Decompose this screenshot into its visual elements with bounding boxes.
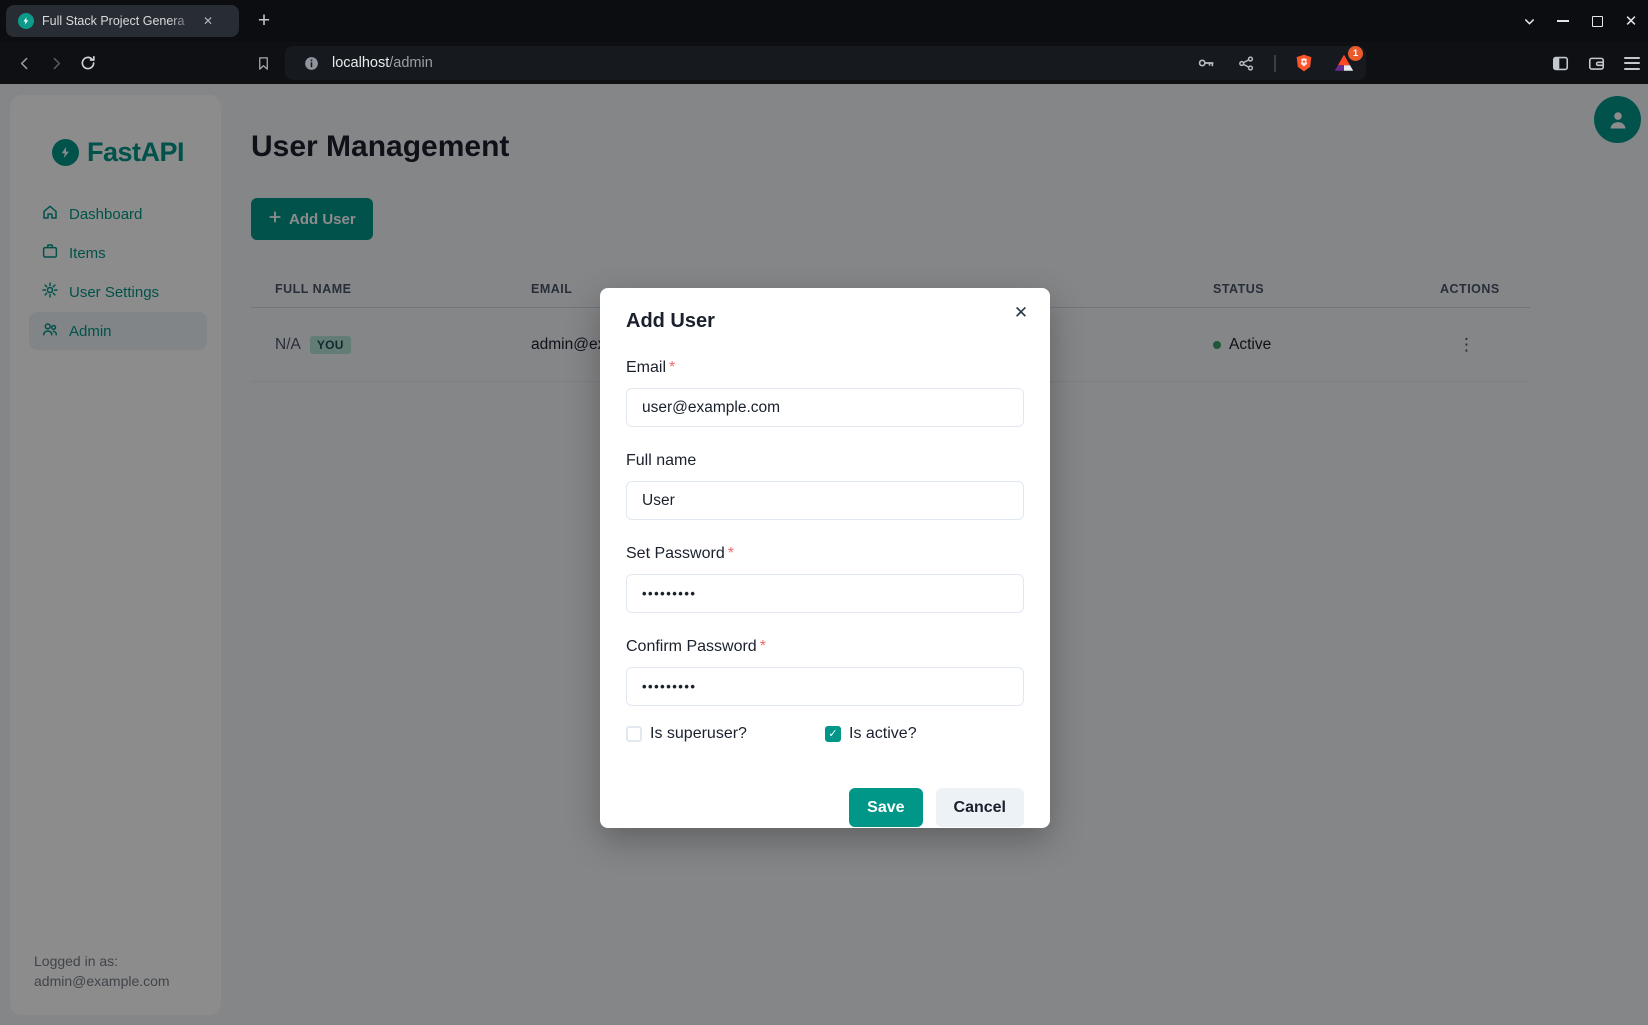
set-password-field[interactable] xyxy=(626,574,1024,613)
confirm-password-label: Confirm Password* xyxy=(626,637,1024,656)
is-active-label[interactable]: Is active? xyxy=(849,725,917,743)
reload-button[interactable] xyxy=(76,51,100,75)
is-active-checkbox[interactable]: ✓ Is active? xyxy=(825,725,1024,743)
required-asterisk: * xyxy=(760,638,766,655)
toolbar-divider xyxy=(1274,55,1276,72)
wallet-icon[interactable] xyxy=(1584,51,1608,75)
sidebar-toggle-icon[interactable] xyxy=(1548,51,1572,75)
save-button[interactable]: Save xyxy=(849,788,922,827)
back-button[interactable] xyxy=(12,51,36,75)
brave-rewards-icon[interactable]: 1 xyxy=(1332,51,1356,75)
browser-tab[interactable]: Full Stack Project Genera ✕ xyxy=(6,5,239,37)
required-asterisk: * xyxy=(728,545,734,562)
confirm-password-field[interactable] xyxy=(626,667,1024,706)
new-tab-button[interactable]: + xyxy=(251,8,277,34)
fastapi-favicon-icon xyxy=(18,13,34,29)
brave-shield-icon[interactable] xyxy=(1292,51,1316,75)
email-label: Email* xyxy=(626,358,1024,377)
browser-toolbar: localhost/admin 1 xyxy=(0,42,1648,84)
modal-title: Add User xyxy=(626,308,1024,334)
url-host: localhost xyxy=(332,55,389,71)
is-superuser-checkbox[interactable]: ✓ Is superuser? xyxy=(626,725,825,743)
url-text: localhost/admin xyxy=(332,55,1194,71)
required-asterisk: * xyxy=(669,359,675,376)
tab-bar: Full Stack Project Genera ✕ + ✕ xyxy=(0,0,1648,42)
add-user-modal: Add User ✕ Email* Full name Set Password… xyxy=(600,288,1050,828)
email-field[interactable] xyxy=(626,388,1024,427)
window-close-button[interactable]: ✕ xyxy=(1616,6,1646,36)
tab-title: Full Stack Project Genera xyxy=(42,14,197,28)
minimize-button[interactable] xyxy=(1548,6,1578,36)
page-viewport: FastAPI Dashboard Items xyxy=(0,84,1648,1025)
full-name-label: Full name xyxy=(626,451,1024,470)
share-icon[interactable] xyxy=(1234,51,1258,75)
url-bar[interactable]: localhost/admin 1 xyxy=(285,46,1366,80)
menu-icon[interactable] xyxy=(1620,51,1644,75)
maximize-button[interactable] xyxy=(1582,6,1612,36)
tab-search-chevron-icon[interactable] xyxy=(1514,6,1544,36)
is-superuser-label[interactable]: Is superuser? xyxy=(650,725,747,743)
key-icon[interactable] xyxy=(1194,51,1218,75)
forward-button[interactable] xyxy=(44,51,68,75)
modal-actions: Save Cancel xyxy=(626,788,1024,827)
set-password-label: Set Password* xyxy=(626,544,1024,563)
checkbox-checked-icon[interactable]: ✓ xyxy=(825,726,841,742)
cancel-button[interactable]: Cancel xyxy=(936,788,1024,827)
full-name-field[interactable] xyxy=(626,481,1024,520)
bookmark-icon[interactable] xyxy=(251,51,275,75)
checkbox-unchecked-icon[interactable]: ✓ xyxy=(626,726,642,742)
checkbox-row: ✓ Is superuser? ✓ Is active? xyxy=(626,725,1024,743)
browser-window: Full Stack Project Genera ✕ + ✕ xyxy=(0,0,1648,1025)
rewards-notification-badge: 1 xyxy=(1348,46,1363,61)
window-controls: ✕ xyxy=(1514,0,1646,42)
url-path: /admin xyxy=(389,55,433,71)
minimize-icon xyxy=(1557,20,1569,22)
maximize-icon xyxy=(1592,16,1603,27)
site-info-icon[interactable] xyxy=(299,51,323,75)
modal-close-icon[interactable]: ✕ xyxy=(1006,298,1036,328)
tab-close-icon[interactable]: ✕ xyxy=(203,14,213,28)
